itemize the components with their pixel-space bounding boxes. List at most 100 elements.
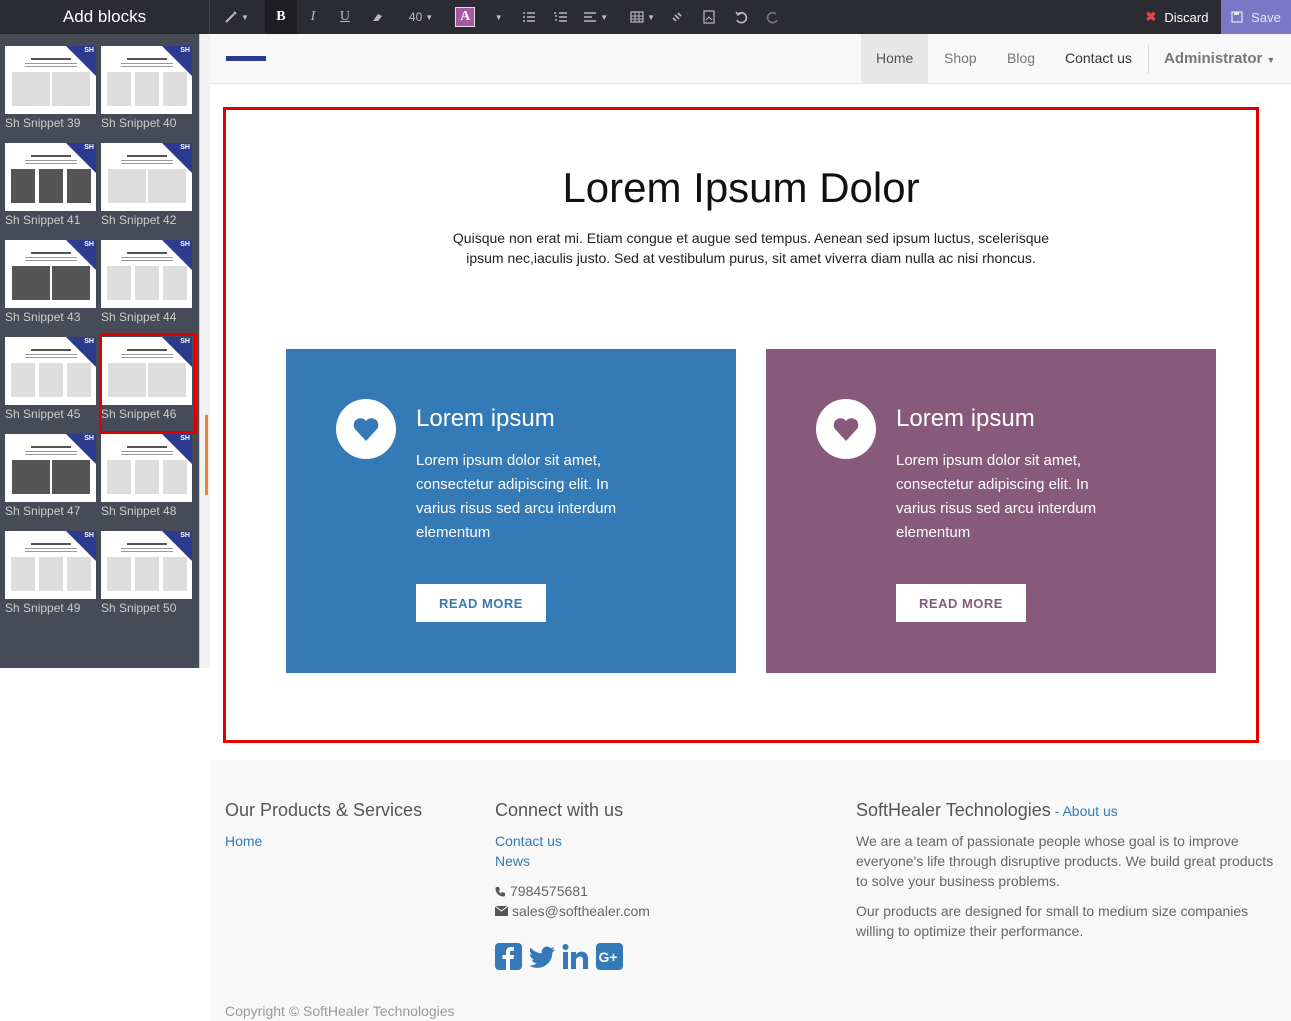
snippet-sh-snippet-41[interactable]: SH Sh Snippet 41 — [5, 143, 96, 227]
icon-circle — [336, 399, 396, 459]
bold-button[interactable]: B — [264, 0, 297, 34]
snippet-sh-snippet-44[interactable]: SH Sh Snippet 44 — [101, 240, 192, 324]
snippet-label: Sh Snippet 40 — [101, 116, 177, 130]
nav-shop[interactable]: Shop — [929, 34, 992, 84]
about-us-link[interactable]: About us — [1062, 803, 1117, 819]
about-separator: - — [1050, 803, 1063, 819]
snippet-sh-snippet-49[interactable]: SH Sh Snippet 49 — [5, 531, 96, 615]
feature-card[interactable]: Lorem ipsum Lorem ipsum dolor sit amet, … — [766, 349, 1216, 673]
snippet-label: Sh Snippet 48 — [101, 504, 177, 518]
floppy-disk-icon — [1231, 11, 1243, 23]
nav-contact-us[interactable]: Contact us — [1050, 34, 1147, 84]
footer-about-column: SoftHealer Technologies - About us We ar… — [856, 800, 1276, 951]
discard-button[interactable]: ✖ Discard — [1133, 0, 1221, 34]
snippet-thumbnail: SH — [5, 337, 96, 405]
table-dropdown[interactable]: ▼ — [624, 0, 661, 34]
read-more-button[interactable]: READ MORE — [416, 584, 546, 622]
linkedin-icon[interactable] — [562, 943, 590, 970]
selected-content-block[interactable]: Lorem Ipsum Dolor Quisque non erat mi. E… — [223, 107, 1259, 743]
font-size-dropdown[interactable]: 40 ▼ — [403, 0, 439, 34]
nav-blog[interactable]: Blog — [992, 34, 1050, 84]
site-navbar: Home Shop Blog Contact us Administrator … — [210, 34, 1291, 84]
card-text[interactable]: Lorem ipsum dolor sit amet, consectetur … — [896, 449, 1116, 545]
company-name: SoftHealer Technologies — [856, 800, 1051, 820]
text-color-button[interactable]: A — [449, 0, 481, 34]
bullet-list-icon — [523, 12, 536, 22]
snippet-sh-snippet-48[interactable]: SH Sh Snippet 48 — [101, 434, 192, 518]
snippet-sh-snippet-45[interactable]: SH Sh Snippet 45 — [5, 337, 96, 421]
undo-icon — [735, 11, 748, 24]
format-tools: ▼ B I U 40 ▼ A ▼ ▼ ▼ — [218, 0, 789, 34]
snippet-sh-snippet-43[interactable]: SH Sh Snippet 43 — [5, 240, 96, 324]
about-paragraph-2: Our products are designed for small to m… — [856, 903, 1249, 939]
snippet-thumbnail: SH — [101, 46, 192, 114]
editor-toolbar: Add blocks ▼ B I U 40 ▼ A ▼ ▼ ▼ ✖ Discar… — [0, 0, 1291, 34]
site-footer: Our Products & Services Home Connect wit… — [210, 760, 1291, 1021]
image-button[interactable] — [693, 0, 725, 34]
snippet-label: Sh Snippet 41 — [5, 213, 81, 227]
image-icon — [703, 10, 715, 24]
snippet-thumbnail: SH — [5, 46, 96, 114]
card-text[interactable]: Lorem ipsum dolor sit amet, consectetur … — [416, 449, 636, 545]
snippet-sh-snippet-47[interactable]: SH Sh Snippet 47 — [5, 434, 96, 518]
card-title[interactable]: Lorem ipsum — [896, 405, 1035, 433]
email-address: sales@softhealer.com — [512, 903, 650, 919]
social-links: G+ — [495, 943, 650, 970]
magic-wand-dropdown[interactable]: ▼ — [218, 0, 255, 34]
numbered-list-icon — [554, 12, 568, 22]
snippet-sh-snippet-50[interactable]: SH Sh Snippet 50 — [101, 531, 192, 615]
section-subtitle[interactable]: Quisque non erat mi. Etiam congue et aug… — [441, 228, 1061, 268]
footer-heading: SoftHealer Technologies - About us — [856, 800, 1276, 821]
twitter-icon[interactable] — [528, 943, 556, 970]
eraser-button[interactable] — [361, 0, 393, 34]
save-label: Save — [1251, 9, 1281, 25]
text-color-icon: A — [455, 7, 476, 27]
footer-link-home[interactable]: Home — [225, 831, 422, 851]
table-icon — [630, 11, 644, 23]
snippet-thumbnail: SH — [101, 531, 192, 599]
link-button[interactable] — [661, 0, 693, 34]
color-caret[interactable]: ▼ — [481, 0, 513, 34]
snippet-sh-snippet-40[interactable]: SH Sh Snippet 40 — [101, 46, 192, 130]
read-more-button[interactable]: READ MORE — [896, 584, 1026, 622]
section-title[interactable]: Lorem Ipsum Dolor — [226, 164, 1256, 212]
snippet-thumbnail: SH — [5, 240, 96, 308]
footer-heading: Connect with us — [495, 800, 624, 820]
nav-home[interactable]: Home — [861, 34, 929, 84]
font-size-value: 40 — [408, 10, 423, 24]
sh-badge: SH — [84, 435, 94, 442]
sh-badge: SH — [180, 532, 190, 539]
sh-badge: SH — [84, 47, 94, 54]
undo-button[interactable] — [725, 0, 757, 34]
snippet-label: Sh Snippet 49 — [5, 601, 81, 615]
feature-card[interactable]: Lorem ipsum Lorem ipsum dolor sit amet, … — [286, 349, 736, 673]
phone-line: 7984575681 — [495, 881, 650, 901]
snippet-sh-snippet-42[interactable]: SH Sh Snippet 42 — [101, 143, 192, 227]
sh-badge: SH — [84, 144, 94, 151]
align-left-icon — [584, 12, 597, 22]
close-icon: ✖ — [1145, 9, 1157, 24]
ordered-list-button[interactable] — [545, 0, 577, 34]
google-plus-icon[interactable]: G+ — [596, 943, 623, 970]
underline-button[interactable]: U — [329, 0, 361, 34]
sh-badge: SH — [180, 144, 190, 151]
footer-link-contact-us[interactable]: Contact us — [495, 831, 650, 851]
selected-snippet-highlight — [99, 333, 197, 434]
facebook-icon[interactable] — [495, 943, 522, 970]
snippet-sh-snippet-39[interactable]: SH Sh Snippet 39 — [5, 46, 96, 130]
save-button[interactable]: Save — [1221, 0, 1291, 34]
unordered-list-button[interactable] — [513, 0, 545, 34]
sidebar-scrollbar[interactable] — [199, 34, 210, 668]
user-menu[interactable]: Administrator ▼ — [1164, 34, 1275, 84]
card-title[interactable]: Lorem ipsum — [416, 405, 555, 433]
heart-icon — [353, 418, 379, 441]
footer-link-news[interactable]: News — [495, 851, 650, 871]
redo-button[interactable] — [757, 0, 789, 34]
copyright-text: Copyright © SoftHealer Technologies — [225, 1003, 455, 1019]
sidebar-scrollbar-thumb[interactable] — [205, 415, 208, 495]
sh-badge: SH — [180, 435, 190, 442]
snippet-label: Sh Snippet 42 — [101, 213, 177, 227]
italic-button[interactable]: I — [297, 0, 329, 34]
heart-icon — [833, 418, 859, 441]
align-dropdown[interactable]: ▼ — [577, 0, 614, 34]
